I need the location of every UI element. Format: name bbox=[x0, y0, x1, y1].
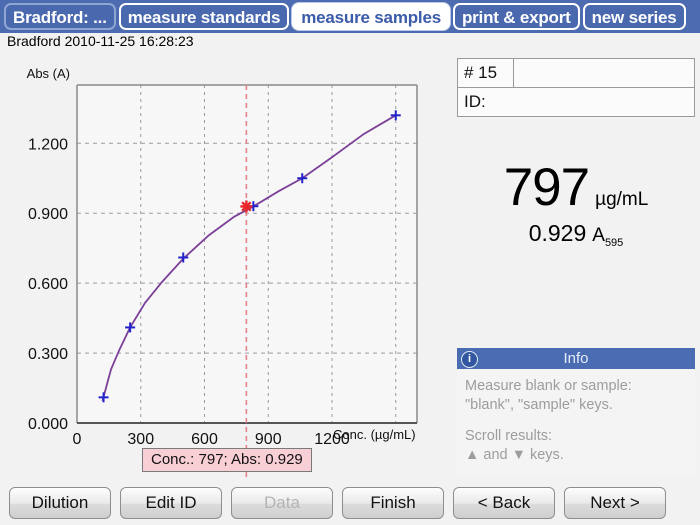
info-line-4: ▲ and ▼ keys. bbox=[465, 447, 564, 463]
tab-new-series[interactable]: new series bbox=[582, 3, 686, 30]
y-axis-tick-labels: 0.000 0.300 0.600 0.900 1.200 bbox=[28, 136, 68, 433]
tab-bradford[interactable]: Bradford: ... bbox=[4, 3, 116, 30]
calibration-chart: 0.000 0.300 0.600 0.900 1.200 0 300 600 900 1200… bbox=[0, 52, 452, 477]
bottom-button-bar: Dilution Edit ID Data Finish < Back Next… bbox=[0, 481, 700, 525]
concentration-unit: µg/mL bbox=[595, 189, 649, 210]
x-axis-title: Conc. (µg/mL) bbox=[333, 427, 416, 442]
concentration-line: 797 µg/mL bbox=[457, 161, 695, 214]
info-line-3: Scroll results: bbox=[465, 428, 553, 444]
svg-text:900: 900 bbox=[255, 431, 282, 448]
svg-text:0.300: 0.300 bbox=[28, 346, 68, 363]
absorbance-value: 0.929 bbox=[528, 220, 587, 246]
tab-bar: Bradford: ... measure standards measure … bbox=[0, 0, 700, 33]
sample-id-box: # 15 ID: bbox=[457, 58, 695, 117]
result-readout: 797 µg/mL 0.929 A595 bbox=[457, 161, 695, 249]
info-panel-body: Measure blank or sample: "blank", "sampl… bbox=[457, 369, 695, 465]
tab-measure-standards[interactable]: measure standards bbox=[118, 3, 290, 30]
info-panel: i Info Measure blank or sample: "blank",… bbox=[457, 348, 695, 474]
svg-text:0.600: 0.600 bbox=[28, 276, 68, 293]
svg-text:0.900: 0.900 bbox=[28, 206, 68, 223]
info-circle-icon: i bbox=[461, 351, 478, 368]
absorbance-wavelength: 595 bbox=[604, 236, 624, 249]
sample-readout-annotation: Conc.: 797; Abs: 0.929 bbox=[142, 448, 312, 472]
sample-id-label: ID: bbox=[458, 88, 694, 116]
sample-number-label: # 15 bbox=[458, 59, 514, 87]
sample-point-marker bbox=[240, 200, 253, 213]
info-panel-title: Info bbox=[563, 350, 589, 367]
tab-print-export[interactable]: print & export bbox=[452, 3, 580, 30]
x-axis-tick-labels: 0 300 600 900 1200 bbox=[73, 431, 350, 448]
chart-svg: 0.0000.3000.6000.9001.200 0 300 600 900 1200… bbox=[27, 66, 418, 477]
svg-text:0: 0 bbox=[73, 431, 82, 448]
sample-number-row: # 15 bbox=[458, 59, 694, 88]
info-line-1: Measure blank or sample: bbox=[465, 378, 632, 394]
data-button: Data bbox=[231, 487, 333, 519]
absorbance-symbol-letter: A bbox=[592, 225, 605, 246]
y-axis-title: Abs (A) bbox=[27, 66, 70, 81]
edit-id-button[interactable]: Edit ID bbox=[120, 487, 222, 519]
plot-background bbox=[77, 85, 417, 423]
absorbance-line: 0.929 A595 bbox=[457, 220, 695, 249]
svg-text:0.000: 0.000 bbox=[28, 416, 68, 433]
svg-text:600: 600 bbox=[191, 431, 218, 448]
sample-number-field[interactable] bbox=[514, 59, 694, 87]
sample-id-row[interactable]: ID: bbox=[458, 88, 694, 116]
concentration-value: 797 bbox=[503, 158, 590, 217]
absorbance-symbol: A595 bbox=[592, 225, 623, 249]
app-window: Bradford: ... measure standards measure … bbox=[0, 0, 700, 525]
info-line-2: "blank", "sample" keys. bbox=[465, 397, 613, 413]
tab-measure-samples[interactable]: measure samples bbox=[292, 3, 450, 30]
series-subtitle: Bradford 2010-11-25 16:28:23 bbox=[7, 33, 194, 49]
info-panel-header: i Info bbox=[457, 348, 695, 369]
dilution-button[interactable]: Dilution bbox=[9, 487, 111, 519]
svg-text:1.200: 1.200 bbox=[28, 136, 68, 153]
svg-text:300: 300 bbox=[127, 431, 154, 448]
next-button[interactable]: Next > bbox=[564, 487, 666, 519]
back-button[interactable]: < Back bbox=[453, 487, 555, 519]
finish-button[interactable]: Finish bbox=[342, 487, 444, 519]
sample-panel: # 15 ID: 797 µg/mL 0.929 A595 i Info Mea… bbox=[457, 58, 695, 477]
